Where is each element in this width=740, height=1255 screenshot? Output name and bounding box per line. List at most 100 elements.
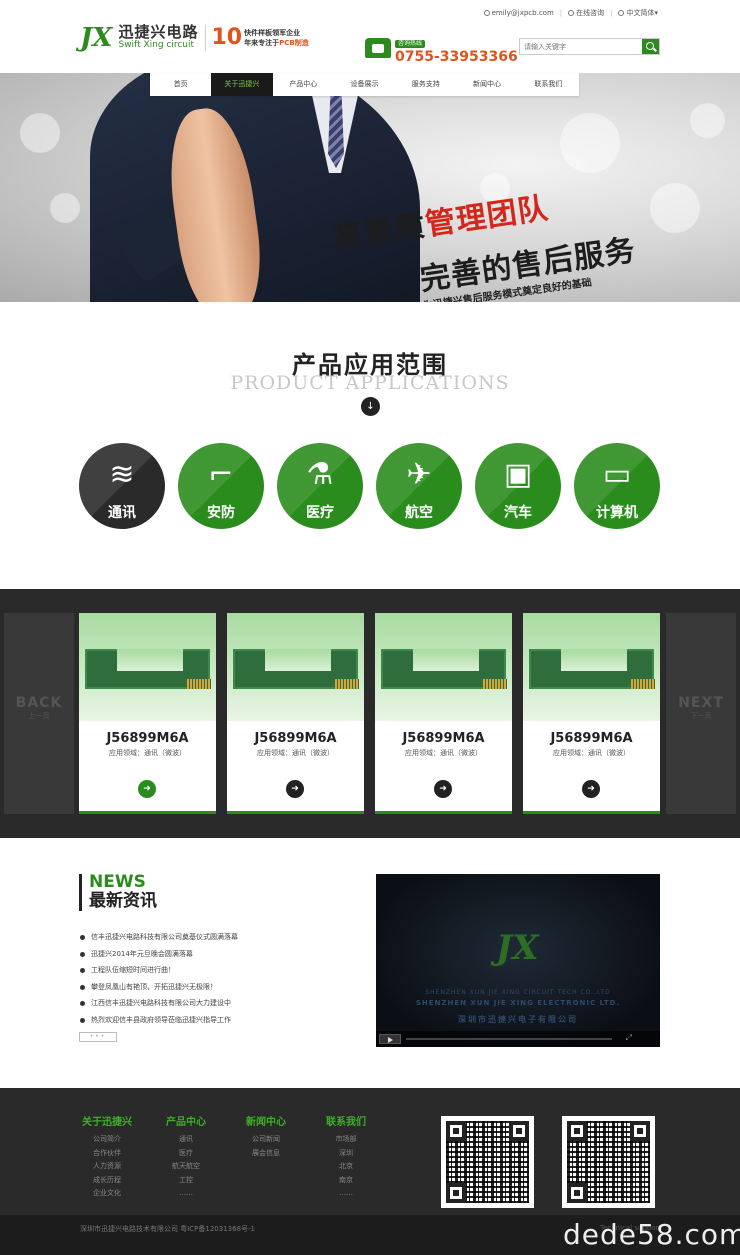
pcb-board [529,649,655,689]
online-consult-link[interactable]: 在线咨询 [568,8,604,18]
banner-headline-1b: 管理团队 [423,190,551,243]
qr-pattern [567,1121,650,1203]
footer-link[interactable]: 公司新闻 [236,1133,296,1147]
page: emily@jxpcb.com | 在线咨询 | 中文简体▾ JX 迅捷兴电路 … [0,0,740,1255]
footer-col-news: 新闻中心 公司新闻 展会信息 [236,1116,296,1160]
logo-ten: 10 [211,24,243,50]
product-card[interactable]: J56899M6A 应用领域：通讯（微波） ➜ [227,613,364,814]
footer-link[interactable]: 公司简介 [77,1133,137,1147]
footer-link[interactable]: 航天航空 [156,1160,216,1174]
footer-link[interactable]: 工控 [156,1174,216,1188]
footer-link[interactable]: 医疗 [156,1147,216,1161]
arrow-right-icon[interactable]: ➜ [138,780,156,798]
search-box [519,38,660,55]
slogan-line1: 快件样板领军企业 [244,28,301,37]
copyright-text: 深圳市迅捷兴电路技术有限公司 粤ICP备12031368号-1 [80,1225,256,1233]
news-more-button[interactable]: ••• [79,1032,117,1042]
footer-link[interactable]: 通讯 [156,1133,216,1147]
product-card[interactable]: J56899M6A 应用领域：通讯（微波） ➜ [375,613,512,814]
product-desc: 应用领域：通讯（微波） [405,749,482,757]
nav-home[interactable]: 首页 [150,73,211,96]
footer-col-about: 关于迅捷兴 公司简介 合作伙伴 人力资源 成长历程 企业文化 [77,1116,137,1201]
gold-finger [495,679,507,689]
product-card[interactable]: J56899M6A 应用领域：通讯（微波） ➜ [79,613,216,814]
footer-link[interactable]: …… [316,1187,376,1201]
wifi-icon: ≋ [109,457,135,492]
video-progress[interactable] [406,1038,612,1040]
news-item[interactable]: 迅捷兴2014年元旦晚会圆满落幕 [79,946,238,963]
logo-en: Swift Xing circuit [118,40,195,50]
bokeh [690,103,725,138]
qr-finder [567,1183,587,1203]
logo-slogan: 快件样板领军企业 年来专注于PCB制造 [244,28,309,48]
language-text[interactable]: 中文简体 [626,9,654,17]
product-name: J56899M6A [106,731,189,746]
language-dropdown[interactable]: 中文简体▾ [618,8,658,18]
footer-link[interactable]: 南京 [316,1174,376,1188]
footer-col-title[interactable]: 产品中心 [156,1116,216,1130]
app-label: 安防 [207,505,235,521]
play-icon[interactable] [379,1034,401,1044]
footer-link[interactable]: 合作伙伴 [77,1147,137,1161]
consult-text[interactable]: 在线咨询 [576,9,604,17]
footer-col-title[interactable]: 联系我们 [316,1116,376,1130]
app-item-computer[interactable]: ▭ 计算机 [574,443,660,529]
search-input[interactable] [520,39,642,54]
footer-col-title[interactable]: 新闻中心 [236,1116,296,1130]
nav-news[interactable]: 新闻中心 [456,73,517,96]
news-item[interactable]: 热烈欢迎信丰县政府领导莅临迅捷兴指导工作 [79,1012,238,1029]
product-card[interactable]: J56899M6A 应用领域：通讯（微波） ➜ [523,613,660,814]
email-text[interactable]: emily@jxpcb.com [492,9,554,17]
logo-text: 迅捷兴电路 Swift Xing circuit [118,24,198,51]
nav-contact[interactable]: 联系我们 [518,73,579,96]
arrow-right-icon[interactable]: ➜ [582,780,600,798]
nav-service[interactable]: 服务支持 [395,73,456,96]
product-desc: 应用领域：通讯（微波） [553,749,630,757]
footer-col-title[interactable]: 关于迅捷兴 [77,1116,137,1130]
arrow-down-icon[interactable]: ↓ [361,397,380,416]
news-item[interactable]: 信丰迅捷兴电路科技有限公司奠基仪式圆满落幕 [79,929,238,946]
qr-code [441,1116,534,1208]
news-item[interactable]: 江西信丰迅捷兴电路科技有限公司大力建设中 [79,995,238,1012]
footer-link[interactable]: 展会信息 [236,1147,296,1161]
arrow-right-icon[interactable]: ➜ [434,780,452,798]
qr-pattern [446,1121,529,1203]
footer-col-products: 产品中心 通讯 医疗 航天航空 工控 …… [156,1116,216,1201]
app-item-medical[interactable]: ⚗ 医疗 [277,443,363,529]
nav-about[interactable]: 关于迅捷兴 [211,73,273,96]
arrow-right-icon[interactable]: ➜ [286,780,304,798]
video-logo: JX [496,928,539,968]
app-label: 计算机 [596,505,638,521]
footer-link[interactable]: …… [156,1187,216,1201]
email-link[interactable]: emily@jxpcb.com [483,9,554,17]
search-icon[interactable] [642,39,659,54]
footer: 关于迅捷兴 公司简介 合作伙伴 人力资源 成长历程 企业文化 产品中心 通讯 医… [0,1088,740,1215]
back-button[interactable]: BACK 上一页 [4,613,74,814]
news-item[interactable]: 攀登凤凰山有艳顶，开拓迅捷兴无极限！ [79,979,238,996]
footer-link[interactable]: 北京 [316,1160,376,1174]
footer-link[interactable]: 市场部 [316,1133,376,1147]
nav-equipment[interactable]: 设备展示 [334,73,395,96]
hotline-label: 咨询热线 [395,40,426,48]
fullscreen-icon[interactable]: ⤢ [626,1033,632,1043]
pcb-board [85,649,211,689]
footer-link[interactable]: 人力资源 [77,1160,137,1174]
app-item-automotive[interactable]: ▣ 汽车 [475,443,561,529]
next-button[interactable]: NEXT 下一页 [666,613,736,814]
product-desc: 应用领域：通讯（微波） [257,749,334,757]
news-item[interactable]: 工程队伍缩短时间进行曲！ [79,962,238,979]
footer-link[interactable]: 成长历程 [77,1174,137,1188]
product-slider: BACK 上一页 J56899M6A 应用领域：通讯（微波） ➜ J56899M… [0,589,740,838]
app-item-security[interactable]: ⌐ 安防 [178,443,264,529]
footer-link[interactable]: 企业文化 [77,1187,137,1201]
video-player[interactable]: JX SHENZHEN XUN JIE XING CIRCUIT TECH CO… [376,874,660,1047]
nav-products[interactable]: 产品中心 [273,73,334,96]
chat-icon [568,10,575,16]
footer-link[interactable]: 深圳 [316,1147,376,1161]
site-logo[interactable]: JX 迅捷兴电路 Swift Xing circuit 10 快件样板领军企业 … [80,24,309,51]
app-item-communication[interactable]: ≋ 通讯 [79,443,165,529]
bokeh [560,113,620,173]
footer-col-contact: 联系我们 市场部 深圳 北京 南京 …… [316,1116,376,1201]
pcb-board [233,649,359,689]
app-item-aviation[interactable]: ✈ 航空 [376,443,462,529]
